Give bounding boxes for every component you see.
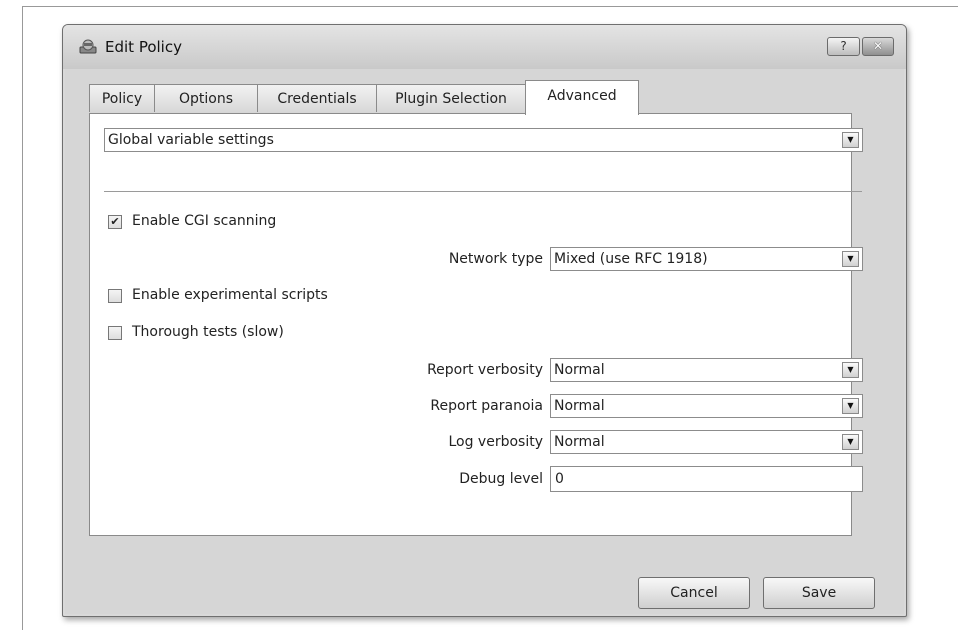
- chevron-down-icon[interactable]: ▼: [842, 434, 859, 450]
- network-type-select[interactable]: Mixed (use RFC 1918) ▼: [550, 247, 863, 271]
- section-select[interactable]: Global variable settings ▼: [104, 128, 863, 152]
- chevron-down-icon[interactable]: ▼: [842, 362, 859, 378]
- page-border-top: [22, 6, 958, 7]
- save-button[interactable]: Save: [763, 577, 875, 609]
- experimental-scripts-label: Enable experimental scripts: [132, 287, 328, 303]
- tab-credentials[interactable]: Credentials: [257, 84, 377, 112]
- report-verbosity-value: Normal: [554, 362, 605, 378]
- log-verbosity-value: Normal: [554, 434, 605, 450]
- network-type-value: Mixed (use RFC 1918): [554, 251, 708, 267]
- tab-policy[interactable]: Policy: [89, 84, 155, 112]
- dialog-client-area: Policy Options Credentials Plugin Select…: [65, 69, 904, 614]
- policy-app-icon: [79, 38, 97, 54]
- enable-cgi-label: Enable CGI scanning: [132, 213, 277, 229]
- thorough-tests-label: Thorough tests (slow): [132, 324, 284, 340]
- experimental-scripts-checkbox[interactable]: [108, 289, 122, 303]
- log-verbosity-select[interactable]: Normal ▼: [550, 430, 863, 454]
- chevron-down-icon[interactable]: ▼: [842, 398, 859, 414]
- network-type-label: Network type: [448, 251, 543, 267]
- debug-level-input[interactable]: 0: [550, 466, 863, 492]
- tab-options[interactable]: Options: [154, 84, 258, 112]
- page-border-left: [22, 6, 23, 630]
- window-title: Edit Policy: [105, 38, 182, 56]
- checkmark-icon: ✔: [110, 215, 120, 228]
- tab-advanced[interactable]: Advanced: [525, 80, 639, 115]
- tab-plugin-selection[interactable]: Plugin Selection: [376, 84, 526, 112]
- cancel-button[interactable]: Cancel: [638, 577, 750, 609]
- debug-level-label: Debug level: [459, 471, 543, 487]
- report-paranoia-select[interactable]: Normal ▼: [550, 394, 863, 418]
- advanced-tab-panel: Global variable settings ▼ ✔ Enable CGI …: [89, 113, 863, 536]
- report-verbosity-select[interactable]: Normal ▼: [550, 358, 863, 382]
- edit-policy-dialog: Edit Policy ? ✕ Policy Options Credentia…: [62, 24, 907, 617]
- report-verbosity-label: Report verbosity: [427, 362, 543, 378]
- title-bar[interactable]: Edit Policy ? ✕: [63, 25, 906, 69]
- report-paranoia-label: Report paranoia: [430, 398, 543, 414]
- thorough-tests-checkbox[interactable]: [108, 326, 122, 340]
- log-verbosity-label: Log verbosity: [448, 434, 543, 450]
- help-button[interactable]: ?: [827, 37, 860, 56]
- report-paranoia-value: Normal: [554, 398, 605, 414]
- chevron-down-icon[interactable]: ▼: [842, 132, 859, 148]
- section-divider: [104, 191, 862, 192]
- enable-cgi-checkbox[interactable]: ✔: [108, 215, 122, 229]
- close-button[interactable]: ✕: [862, 37, 894, 56]
- section-select-value: Global variable settings: [108, 132, 274, 148]
- chevron-down-icon[interactable]: ▼: [842, 251, 859, 267]
